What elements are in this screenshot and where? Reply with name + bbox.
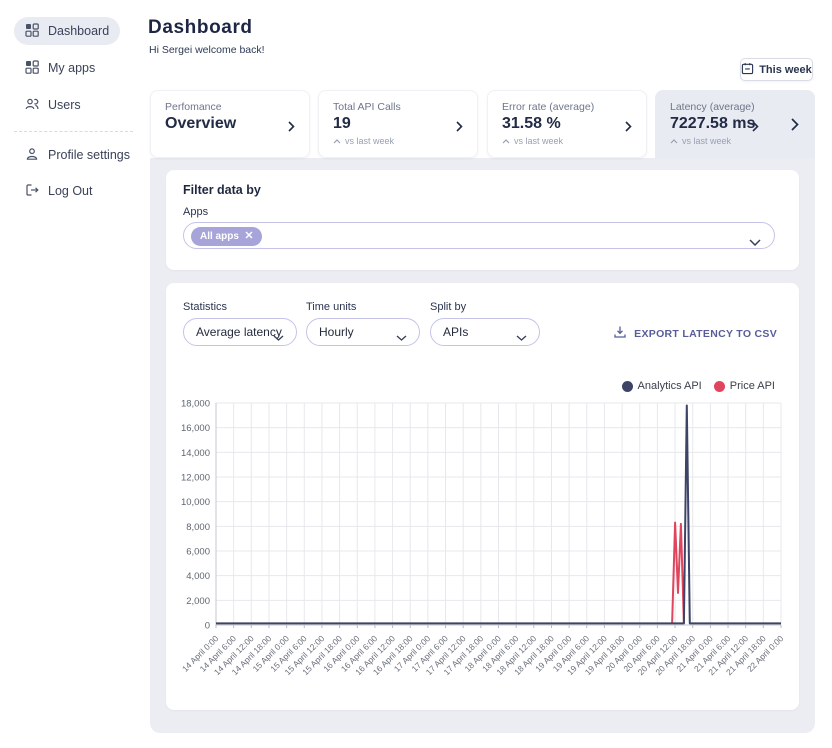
time-units-label: Time units <box>306 301 420 313</box>
legend-label: Analytics API <box>638 380 702 392</box>
split-by-select[interactable]: APIs <box>430 318 540 346</box>
stat-card-trend: vs last week <box>333 136 463 146</box>
this-week-label: This week <box>759 64 812 76</box>
split-by-value: APIs <box>443 325 468 339</box>
svg-text:10,000: 10,000 <box>181 497 210 508</box>
all-apps-chip[interactable]: All apps <box>191 227 262 246</box>
trend-label: vs last week <box>514 136 563 146</box>
sidebar-item-label: My apps <box>48 61 95 75</box>
sidebar-item-label: Profile settings <box>48 148 130 162</box>
apps-field-label: Apps <box>183 206 208 218</box>
stat-card-value: 31.58 % <box>502 115 632 133</box>
stat-card-value: 19 <box>333 115 463 133</box>
time-units-value: Hourly <box>319 325 354 339</box>
stat-card-value: 7227.58 ms <box>670 115 800 133</box>
sidebar-item-users[interactable]: Users <box>14 91 92 119</box>
stat-card-performance[interactable]: Perfomance Overview <box>150 90 310 158</box>
calendar-icon <box>741 62 754 78</box>
stat-card-value: Overview <box>165 115 295 133</box>
grid-icon <box>25 23 39 40</box>
chevron-right-icon <box>456 119 463 137</box>
latency-line-chart: 0 2,000 4,000 6,000 8,000 10,000 12,000 14,000 1… <box>172 395 792 705</box>
chevron-right-icon <box>625 119 632 137</box>
stat-card-error-rate[interactable]: Error rate (average) 31.58 % vs last wee… <box>487 90 647 158</box>
stat-card-label: Total API Calls <box>333 101 463 113</box>
stat-card-total-api-calls[interactable]: Total API Calls 19 vs last week <box>318 90 478 158</box>
chart-legend: Analytics API Price API <box>622 380 775 392</box>
chevron-right-icon <box>752 119 759 137</box>
stat-card-trend: vs last week <box>670 136 800 146</box>
svg-text:12,000: 12,000 <box>181 473 210 484</box>
svg-text:4,000: 4,000 <box>186 571 210 582</box>
legend-dot <box>714 381 725 392</box>
svg-text:0: 0 <box>205 621 210 632</box>
caret-up-icon <box>333 136 341 146</box>
svg-text:14,000: 14,000 <box>181 448 210 459</box>
stat-card-label: Error rate (average) <box>502 101 632 113</box>
stat-card-label: Perfomance <box>165 101 295 113</box>
stat-card-trend: vs last week <box>502 136 632 146</box>
statistics-select[interactable]: Average latency <box>183 318 297 346</box>
this-week-button[interactable]: This week <box>740 58 813 81</box>
legend-item-analytics-api[interactable]: Analytics API <box>622 380 702 392</box>
person-icon <box>25 147 39 164</box>
trend-label: vs last week <box>682 136 731 146</box>
chevron-down-icon <box>396 330 407 344</box>
stat-card-label: Latency (average) <box>670 101 800 113</box>
sidebar-item-log-out[interactable]: Log Out <box>14 177 103 205</box>
svg-text:8,000: 8,000 <box>186 522 210 533</box>
sidebar-item-label: Users <box>48 98 81 112</box>
chip-remove-icon[interactable] <box>245 231 253 242</box>
users-icon <box>25 97 39 114</box>
legend-label: Price API <box>730 380 775 392</box>
sidebar-item-dashboard[interactable]: Dashboard <box>14 17 120 45</box>
svg-text:2,000: 2,000 <box>186 596 210 607</box>
svg-text:16,000: 16,000 <box>181 423 210 434</box>
sidebar: Dashboard My apps Users Profile settings… <box>0 0 150 748</box>
statistics-card: Statistics Average latency Time units Ho… <box>166 283 799 710</box>
time-units-control: Time units Hourly <box>306 301 420 346</box>
apps-grid-icon <box>25 60 39 77</box>
caret-up-icon <box>670 136 678 146</box>
statistics-value: Average latency <box>196 325 282 339</box>
trend-label: vs last week <box>345 136 394 146</box>
statistics-control: Statistics Average latency <box>183 301 297 346</box>
sidebar-item-my-apps[interactable]: My apps <box>14 54 106 82</box>
sidebar-divider <box>14 131 133 132</box>
statistics-label: Statistics <box>183 301 297 313</box>
sidebar-item-label: Log Out <box>48 184 92 198</box>
sidebar-item-profile-settings[interactable]: Profile settings <box>14 141 141 169</box>
chip-label: All apps <box>200 231 239 242</box>
split-by-label: Split by <box>430 301 540 313</box>
time-units-select[interactable]: Hourly <box>306 318 420 346</box>
filter-card: Filter data by Apps All apps <box>166 170 799 270</box>
svg-text:18,000: 18,000 <box>181 399 210 410</box>
page-title: Dashboard <box>148 17 253 39</box>
export-csv-label: EXPORT LATENCY TO CSV <box>634 328 777 340</box>
export-csv-button[interactable]: EXPORT LATENCY TO CSV <box>613 325 777 342</box>
chart-svg: 0 2,000 4,000 6,000 8,000 10,000 12,000 14,000 1… <box>172 395 792 705</box>
legend-dot <box>622 381 633 392</box>
logout-icon <box>25 183 39 200</box>
sidebar-item-label: Dashboard <box>48 24 109 38</box>
carousel-next-icon[interactable] <box>791 118 799 136</box>
greeting-text: Hi Sergei welcome back! <box>149 44 265 56</box>
apps-multiselect[interactable]: All apps <box>183 222 775 249</box>
download-icon <box>613 325 627 342</box>
chevron-right-icon <box>288 119 295 137</box>
split-by-control: Split by APIs <box>430 301 540 346</box>
caret-up-icon <box>502 136 510 146</box>
filter-title: Filter data by <box>183 183 261 197</box>
svg-text:6,000: 6,000 <box>186 547 210 558</box>
legend-item-price-api[interactable]: Price API <box>714 380 775 392</box>
chevron-down-icon <box>273 330 284 344</box>
chevron-down-icon <box>516 330 527 344</box>
chevron-down-icon[interactable] <box>749 233 761 251</box>
